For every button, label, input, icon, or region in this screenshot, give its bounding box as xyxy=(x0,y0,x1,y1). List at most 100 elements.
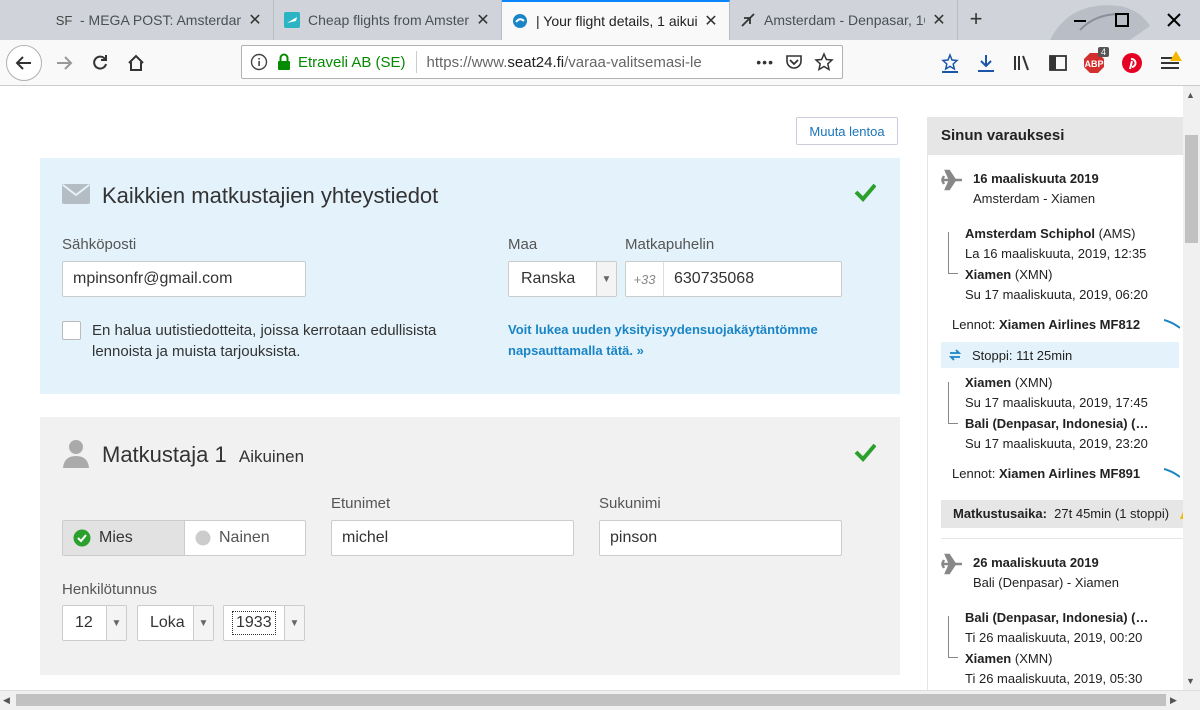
country-label: Maa xyxy=(508,236,538,253)
ret-seg1-departure: Ti 26 maaliskuuta, 2019, 00:20 xyxy=(965,630,1143,645)
dob-day-value: 12 xyxy=(75,614,93,631)
url-bar[interactable]: Etraveli AB (SE) https://www.seat24.fi/v… xyxy=(241,45,843,79)
pinterest-button[interactable] xyxy=(1116,47,1148,79)
close-icon[interactable]: ✕ xyxy=(247,10,263,30)
info-icon[interactable] xyxy=(250,53,268,71)
scroll-right-arrow-icon[interactable]: ▶ xyxy=(1170,695,1177,706)
reload-button[interactable] xyxy=(84,47,116,79)
phone-prefix: +33 xyxy=(626,262,664,296)
dob-day-select[interactable]: 12 ▼ xyxy=(62,605,127,641)
horizontal-scrollbar-thumb[interactable] xyxy=(16,694,1166,706)
seg2-arrival: Su 17 maaliskuuta, 2019, 23:20 xyxy=(965,436,1148,451)
return-date: 26 maaliskuuta 2019 xyxy=(973,555,1099,570)
dob-label: Henkilötunnus xyxy=(62,581,158,598)
email-field[interactable]: mpinsonfr@gmail.com xyxy=(62,261,306,297)
maximize-button[interactable] xyxy=(1112,10,1132,30)
url-domain: seat24.fi xyxy=(507,53,565,71)
check-icon xyxy=(854,443,876,462)
outbound-route: Amsterdam - Xiamen xyxy=(973,191,1096,206)
bookmarks-star-button[interactable] xyxy=(934,47,966,79)
scroll-up-arrow-icon[interactable]: ▲ xyxy=(1186,90,1195,100)
dob-month-select[interactable]: Loka ▼ xyxy=(137,605,214,641)
close-icon[interactable]: ✕ xyxy=(703,11,719,31)
contact-title: Kaikkien matkustajien yhteystiedot xyxy=(102,183,439,208)
gender-male-option[interactable]: Mies xyxy=(63,521,185,555)
scroll-left-arrow-icon[interactable]: ◀ xyxy=(3,695,10,706)
pocket-icon[interactable] xyxy=(784,52,804,72)
transfer-icon xyxy=(948,349,962,361)
country-select[interactable]: Ranska ▼ xyxy=(508,261,617,297)
seg1-departure: La 16 maaliskuuta, 2019, 12:35 xyxy=(965,246,1147,261)
traveller-number: Matkustaja 1 xyxy=(102,442,227,467)
hamburger-menu-icon xyxy=(1161,51,1182,69)
travel-time: Matkustusaika: 27t 45min (1 stoppi) xyxy=(953,506,1170,521)
library-button[interactable] xyxy=(1006,47,1038,79)
adblock-count-badge: 4 xyxy=(1098,47,1110,57)
page-actions-button[interactable]: ••• xyxy=(756,54,774,70)
svg-text:ABP: ABP xyxy=(1084,59,1103,69)
home-button[interactable] xyxy=(120,47,152,79)
adblock-button[interactable]: ABP 4 xyxy=(1078,47,1110,79)
lastname-label: Sukunimi xyxy=(599,495,661,512)
sidebar-icon xyxy=(1049,55,1067,71)
airplane-icon xyxy=(940,553,962,575)
url-text[interactable]: https://www.seat24.fi/varaa-valitsemasi-… xyxy=(427,54,747,71)
tab-mega-post[interactable]: SF - MEGA POST: Amsterdam ✕ xyxy=(46,0,274,40)
change-flight-button[interactable]: Muuta lentoa xyxy=(796,117,898,145)
check-circle-icon xyxy=(73,529,91,547)
forward-button[interactable] xyxy=(48,47,80,79)
tab-amsterdam-denpasar[interactable]: Amsterdam - Denpasar, 16 ✕ xyxy=(730,0,958,40)
close-window-button[interactable] xyxy=(1164,10,1184,30)
firstname-label: Etunimet xyxy=(331,495,391,512)
firstname-field[interactable]: michel xyxy=(331,520,574,556)
return-route: Bali (Denpasar) - Xiamen xyxy=(973,575,1119,590)
lastname-field[interactable]: pinson xyxy=(599,520,842,556)
seg1-from: Amsterdam Schiphol (AMS) xyxy=(965,226,1136,241)
sf-favicon-icon: SF xyxy=(55,12,73,28)
radio-circle-icon xyxy=(195,530,211,546)
tab-label: | Your flight details, 1 aikui xyxy=(536,13,697,29)
sidebar-button[interactable] xyxy=(1042,47,1074,79)
gender-female-option[interactable]: Nainen xyxy=(185,521,305,555)
privacy-link-line-1: Voit lukea uuden yksityisyydensuojakäytä… xyxy=(508,322,818,337)
vertical-scrollbar-thumb[interactable] xyxy=(1185,135,1198,243)
privacy-link[interactable]: Voit lukea uuden yksityisyydensuojakäytä… xyxy=(508,319,818,361)
phone-label: Matkapuhelin xyxy=(625,236,715,253)
dob-month-value: Loka xyxy=(150,614,185,631)
library-icon xyxy=(1014,55,1029,71)
check-icon xyxy=(854,183,876,202)
scroll-down-arrow-icon[interactable]: ▼ xyxy=(1186,676,1195,686)
close-icon[interactable]: ✕ xyxy=(475,10,491,30)
star-bookmark-icon[interactable] xyxy=(814,52,834,72)
tab-flight-details[interactable]: | Your flight details, 1 aikui ✕ xyxy=(502,0,730,40)
stopover-text: Stoppi: 11t 25min xyxy=(972,348,1073,363)
newsletter-text: En halua uutistiedotteita, joissa kerrot… xyxy=(92,320,436,362)
email-label: Sähköposti xyxy=(62,236,137,253)
tab-label: Amsterdam - Denpasar, 16 xyxy=(764,12,925,28)
tab-cheap-flights[interactable]: Cheap flights from Amster ✕ xyxy=(274,0,502,40)
tab-label: Cheap flights from Amster xyxy=(308,12,469,28)
window-controls xyxy=(1040,0,1200,40)
site-identity[interactable]: Etraveli AB (SE) xyxy=(298,54,406,71)
tab-label: - MEGA POST: Amsterdam xyxy=(80,12,241,28)
minimize-button[interactable] xyxy=(1070,10,1090,30)
seg2-to: Bali (Denpasar, Indonesia) (… xyxy=(965,416,1149,431)
forward-arrow-icon xyxy=(57,56,73,70)
gender-male-label: Mies xyxy=(99,529,133,546)
back-button[interactable] xyxy=(6,45,42,81)
seg2-departure: Su 17 maaliskuuta, 2019, 17:45 xyxy=(965,395,1148,410)
gender-toggle: Mies Nainen xyxy=(62,520,306,556)
dob-year-select[interactable]: 1933 ▼ xyxy=(223,605,305,641)
person-icon xyxy=(63,440,89,468)
newsletter-checkbox[interactable] xyxy=(62,321,81,340)
plane-icon xyxy=(284,12,300,28)
gender-female-label: Nainen xyxy=(219,529,270,546)
menu-button[interactable] xyxy=(1154,47,1186,79)
new-tab-button[interactable]: + xyxy=(962,8,990,32)
phone-field[interactable]: +33 630735068 xyxy=(625,261,842,297)
ret-seg1-arrival: Ti 26 maaliskuuta, 2019, 05:30 xyxy=(965,671,1143,686)
sidebar-title: Sinun varauksesi xyxy=(927,117,1183,155)
home-icon xyxy=(128,54,144,71)
downloads-button[interactable] xyxy=(970,47,1002,79)
close-icon[interactable]: ✕ xyxy=(931,10,947,30)
